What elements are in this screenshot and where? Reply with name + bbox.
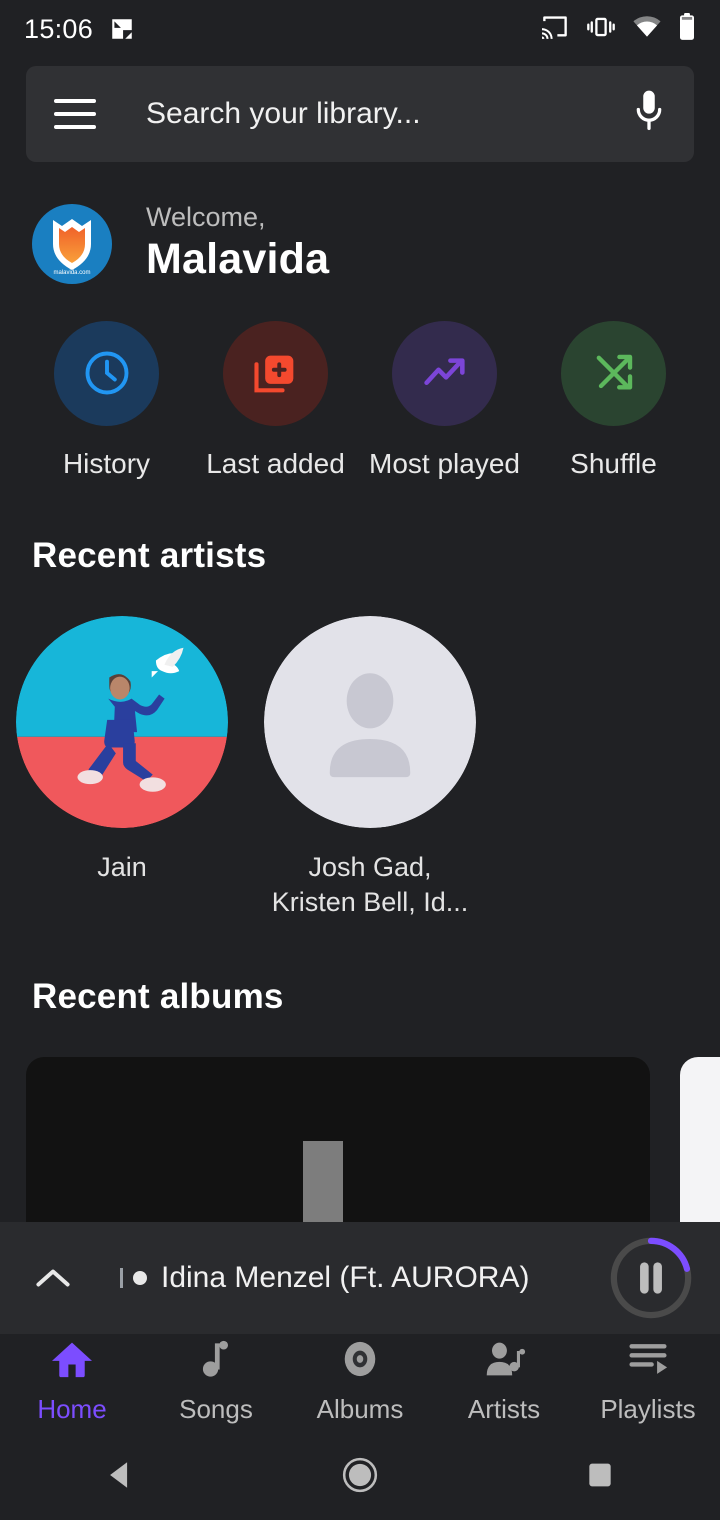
shuffle-icon — [596, 355, 632, 390]
back-triangle-icon[interactable] — [60, 1458, 180, 1492]
quick-action-history[interactable]: History — [22, 320, 191, 480]
nav-label: Artists — [467, 1394, 541, 1424]
quick-action-label: Most played — [369, 447, 520, 479]
quick-action-label: Shuffle — [570, 447, 657, 479]
player-track-info[interactable]: Idina Menzel (Ft. AURORA) — [120, 1261, 608, 1295]
recent-albums-heading: Recent albums — [32, 977, 284, 1017]
search-input[interactable]: Search your library... — [146, 97, 632, 131]
home-circle-icon[interactable] — [300, 1456, 420, 1494]
search-bar[interactable]: Search your library... — [26, 66, 694, 162]
recents-square-icon[interactable] — [540, 1459, 660, 1491]
quick-action-shuffle[interactable]: Shuffle — [529, 320, 698, 480]
nav-item-home[interactable]: Home — [0, 1339, 144, 1425]
pause-button[interactable] — [608, 1235, 694, 1321]
library-add-icon — [253, 355, 293, 393]
most-played-circle — [392, 320, 497, 426]
quick-action-label: Last added — [206, 447, 345, 479]
nav-label: Home — [37, 1394, 107, 1424]
nav-label: Songs — [179, 1394, 253, 1424]
quick-actions-row: History Last added Most played Shuffle — [0, 287, 720, 480]
track-title: Idina Menzel (Ft. AURORA) — [161, 1261, 530, 1294]
person-placeholder-avatar[interactable] — [264, 615, 476, 828]
trending-up-icon — [423, 358, 465, 386]
welcome-header[interactable]: malavida.com Welcome, Malavida — [0, 162, 720, 287]
bottom-navigation: Home Songs Albums Artists Playlists — [0, 1334, 720, 1430]
screenshot-notification-icon — [109, 16, 135, 42]
battery-icon — [678, 12, 696, 46]
mini-player[interactable]: Idina Menzel (Ft. AURORA) — [0, 1222, 720, 1334]
status-bar: 15:06 — [0, 0, 720, 58]
artist-card-placeholder[interactable]: Josh Gad, Kristen Bell, Id... — [264, 615, 476, 921]
artist-card-jain[interactable]: Jain — [16, 615, 228, 921]
hamburger-menu-icon[interactable] — [54, 99, 96, 129]
quick-action-last-added[interactable]: Last added — [191, 320, 360, 480]
quick-action-most-played[interactable]: Most played — [360, 320, 529, 480]
artist-name: Jain — [97, 851, 147, 882]
nav-item-playlists[interactable]: Playlists — [576, 1339, 720, 1425]
album-disc-icon — [338, 1339, 382, 1384]
cast-icon — [540, 14, 570, 45]
recent-artists-row: Jain Josh Gad, Kristen Bell, Id... — [0, 576, 720, 921]
status-icons — [540, 12, 696, 46]
user-name: Malavida — [146, 235, 330, 284]
last-added-circle — [223, 320, 328, 426]
clock-icon — [85, 351, 128, 395]
nav-label: Playlists — [600, 1394, 696, 1424]
nav-item-artists[interactable]: Artists — [432, 1339, 576, 1425]
wifi-icon — [632, 15, 662, 44]
logo-caption: malavida.com — [53, 270, 90, 276]
recent-artists-heading: Recent artists — [32, 535, 267, 575]
playlist-icon — [626, 1339, 670, 1384]
music-note-icon — [194, 1339, 238, 1384]
android-navigation-bar — [0, 1430, 720, 1520]
malavida-logo: malavida.com — [32, 204, 112, 285]
artist-icon — [482, 1339, 526, 1384]
welcome-greeting: Welcome, — [146, 202, 266, 232]
artist-name: Josh Gad, Kristen Bell, Id... — [271, 851, 469, 918]
home-icon — [50, 1339, 94, 1384]
app-screen: 15:06 Search your library... malavida.co… — [0, 0, 720, 1520]
shuffle-circle — [561, 320, 666, 426]
quick-action-label: History — [62, 447, 151, 479]
jain-album-art[interactable] — [16, 615, 228, 828]
history-circle — [54, 320, 159, 426]
nav-item-albums[interactable]: Albums — [288, 1339, 432, 1425]
chevron-up-icon[interactable] — [26, 1265, 80, 1291]
nav-label: Albums — [316, 1394, 404, 1424]
nav-item-songs[interactable]: Songs — [144, 1339, 288, 1425]
microphone-icon[interactable] — [632, 89, 666, 140]
track-separator-dot — [133, 1271, 147, 1285]
status-time: 15:06 — [24, 13, 94, 44]
vibrate-icon — [586, 14, 616, 45]
track-scroll-tick — [120, 1268, 123, 1288]
